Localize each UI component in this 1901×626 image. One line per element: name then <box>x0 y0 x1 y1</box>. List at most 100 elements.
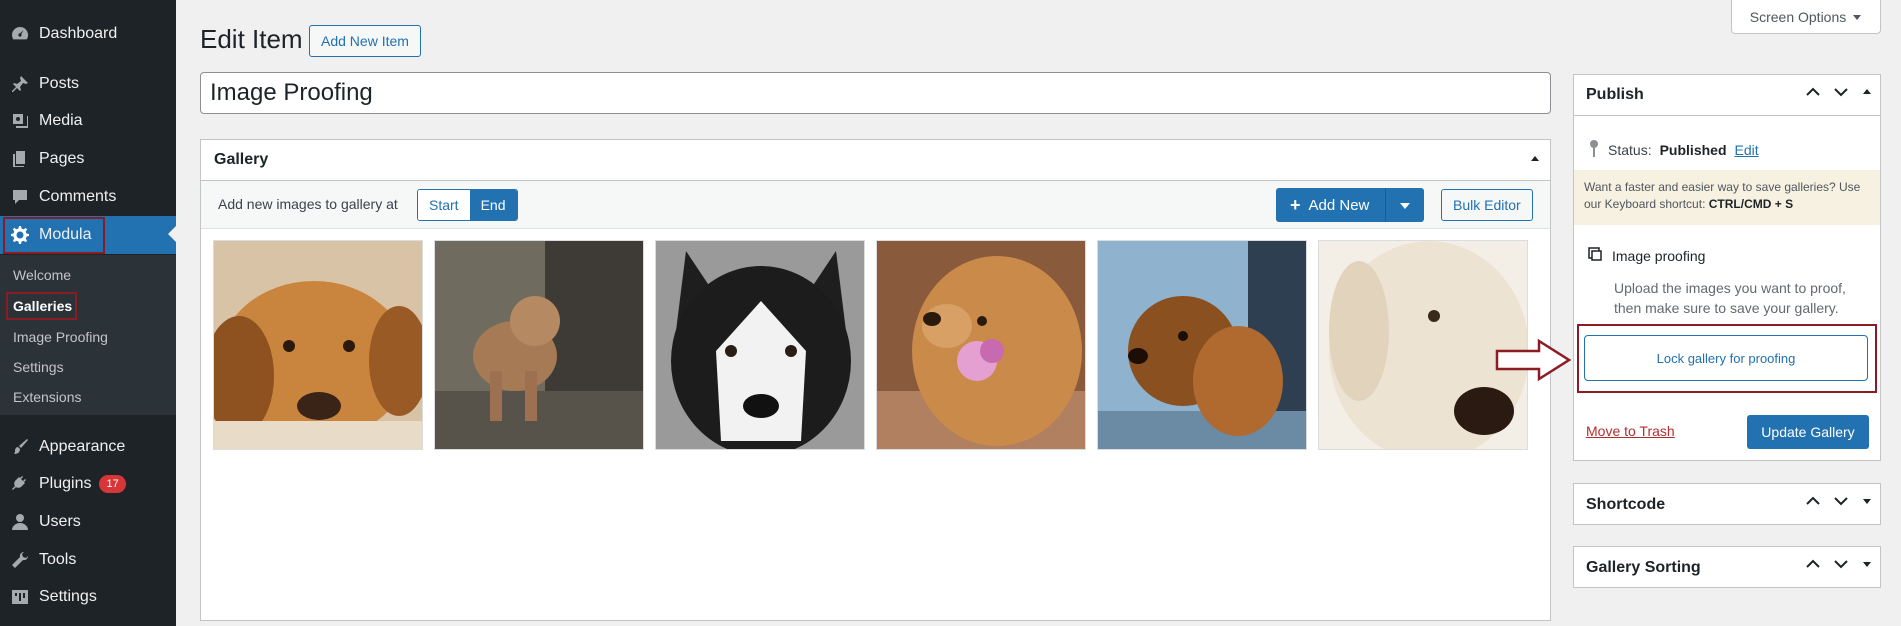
menu-plugins[interactable]: Plugins 17 <box>0 466 176 502</box>
move-down-icon[interactable] <box>1834 87 1848 97</box>
bulk-editor-button[interactable]: Bulk Editor <box>1441 189 1533 221</box>
add-new-label: Add New <box>1308 196 1370 214</box>
gallery-image-poodle[interactable] <box>434 240 644 450</box>
dog-photo-husky <box>656 241 864 449</box>
move-down-icon[interactable] <box>1834 559 1848 569</box>
menu-users-label: Users <box>39 513 81 530</box>
menu-tools[interactable]: Tools <box>0 542 176 578</box>
status-edit-link[interactable]: Edit <box>1735 142 1759 158</box>
menu-pages[interactable]: Pages <box>0 141 176 177</box>
submenu-welcome[interactable]: Welcome <box>13 267 71 283</box>
submenu-settings[interactable]: Settings <box>13 359 64 375</box>
settings-icon <box>9 586 31 608</box>
menu-tools-label: Tools <box>39 551 77 568</box>
plug-icon <box>9 473 31 495</box>
gallery-metabox-title: Gallery <box>214 151 269 168</box>
menu-settings-label: Settings <box>39 588 97 605</box>
position-start-button[interactable]: Start <box>418 190 470 220</box>
arrow-right-icon <box>1495 338 1571 382</box>
menu-pages-label: Pages <box>39 150 85 167</box>
shortcut-keys: CTRL/CMD + S <box>1708 197 1794 211</box>
add-new-dropdown-toggle[interactable] <box>1386 188 1424 222</box>
publish-metabox: Publish Status: Published Edit Want a fa… <box>1573 74 1881 461</box>
gallery-image-golden-flower[interactable] <box>876 240 1086 450</box>
update-gallery-button[interactable]: Update Gallery <box>1747 415 1869 449</box>
gallery-sorting-metabox-title: Gallery Sorting <box>1586 558 1701 576</box>
menu-appearance-label: Appearance <box>39 438 126 455</box>
submenu-extensions[interactable]: Extensions <box>13 389 81 405</box>
add-new-split-button: + Add New <box>1276 188 1425 222</box>
pin-status-icon <box>1588 139 1600 160</box>
menu-media[interactable]: Media <box>0 103 176 139</box>
menu-plugins-label: Plugins <box>39 475 92 492</box>
media-icon <box>9 110 31 132</box>
screen-options-button[interactable]: Screen Options <box>1731 0 1881 34</box>
post-title-input[interactable] <box>200 72 1551 114</box>
shortcode-metabox-header[interactable]: Shortcode <box>1574 484 1880 525</box>
image-proofing-section: Image proofing <box>1588 247 1705 264</box>
proofing-icon <box>1588 247 1602 264</box>
menu-dashboard[interactable]: Dashboard <box>0 16 176 52</box>
add-new-item-button[interactable]: Add New Item <box>309 25 421 57</box>
move-up-icon[interactable] <box>1806 87 1820 97</box>
menu-posts-label: Posts <box>39 75 80 92</box>
menu-comments[interactable]: Comments <box>0 179 176 215</box>
admin-sidebar: Dashboard Posts Media Pages Comments Mod… <box>0 0 176 626</box>
gallery-toolbar: Add new images to gallery at Start End +… <box>201 181 1550 229</box>
menu-dashboard-label: Dashboard <box>39 25 118 42</box>
menu-appearance[interactable]: Appearance <box>0 429 176 465</box>
galleries-highlight-box <box>6 292 77 320</box>
dashboard-icon <box>9 23 31 45</box>
shortcode-metabox-title: Shortcode <box>1586 495 1666 513</box>
add-new-button[interactable]: + Add New <box>1276 188 1387 222</box>
screen-options-label: Screen Options <box>1749 8 1847 25</box>
move-down-icon[interactable] <box>1834 496 1848 506</box>
caret-down-icon <box>1852 9 1862 25</box>
menu-posts[interactable]: Posts <box>0 66 176 102</box>
shortcode-metabox: Shortcode <box>1573 483 1881 525</box>
gallery-sorting-metabox-header[interactable]: Gallery Sorting <box>1574 547 1880 588</box>
page-title: Edit Item <box>200 24 303 54</box>
publish-metabox-title: Publish <box>1586 86 1644 103</box>
move-up-icon[interactable] <box>1806 559 1820 569</box>
gallery-image-husky[interactable] <box>655 240 865 450</box>
publish-metabox-header: Publish <box>1574 75 1880 116</box>
chevron-down-icon <box>1399 197 1411 214</box>
gallery-sorting-metabox: Gallery Sorting <box>1573 546 1881 588</box>
move-up-icon[interactable] <box>1806 496 1820 506</box>
expand-arrow-icon[interactable] <box>1862 559 1872 569</box>
dog-photo-golden-flower <box>877 241 1085 449</box>
modula-submenu: Welcome Galleries Image Proofing Setting… <box>0 255 176 415</box>
status-label: Status: <box>1608 141 1652 158</box>
gallery-metabox: Gallery Add new images to gallery at Sta… <box>200 139 1551 621</box>
plus-icon: + <box>1290 194 1301 215</box>
user-icon <box>9 511 31 533</box>
position-end-button[interactable]: End <box>469 190 517 220</box>
menu-comments-label: Comments <box>39 188 117 205</box>
pin-icon <box>9 73 31 95</box>
menu-media-label: Media <box>39 112 83 129</box>
gallery-image-dachshund[interactable] <box>213 240 423 450</box>
proofing-title: Image proofing <box>1612 247 1706 264</box>
lock-gallery-button[interactable]: Lock gallery for proofing <box>1584 335 1868 381</box>
status-value: Published <box>1659 141 1727 158</box>
dog-photo-spaniel-car <box>1098 241 1306 449</box>
submenu-image-proofing[interactable]: Image Proofing <box>13 329 108 345</box>
insert-position-label: Add new images to gallery at <box>218 196 398 212</box>
plugins-update-badge: 17 <box>99 475 126 493</box>
collapse-arrow-icon[interactable] <box>1862 87 1872 97</box>
status-row: Status: Published Edit <box>1588 139 1759 160</box>
gallery-metabox-header: Gallery <box>201 140 1550 181</box>
collapse-arrow-icon[interactable] <box>1528 152 1542 166</box>
pages-icon <box>9 148 31 170</box>
menu-users[interactable]: Users <box>0 504 176 540</box>
proofing-description: Upload the images you want to proof, the… <box>1614 280 1846 316</box>
gallery-image-spaniel-car[interactable] <box>1097 240 1307 450</box>
menu-settings[interactable]: Settings <box>0 579 176 615</box>
move-to-trash-link[interactable]: Move to Trash <box>1586 423 1675 439</box>
shortcut-notice: Want a faster and easier way to save gal… <box>1574 170 1880 225</box>
comment-icon <box>9 186 31 208</box>
insert-position-toggle: Start End <box>417 189 518 221</box>
wrench-icon <box>9 549 31 571</box>
expand-arrow-icon[interactable] <box>1862 496 1872 506</box>
